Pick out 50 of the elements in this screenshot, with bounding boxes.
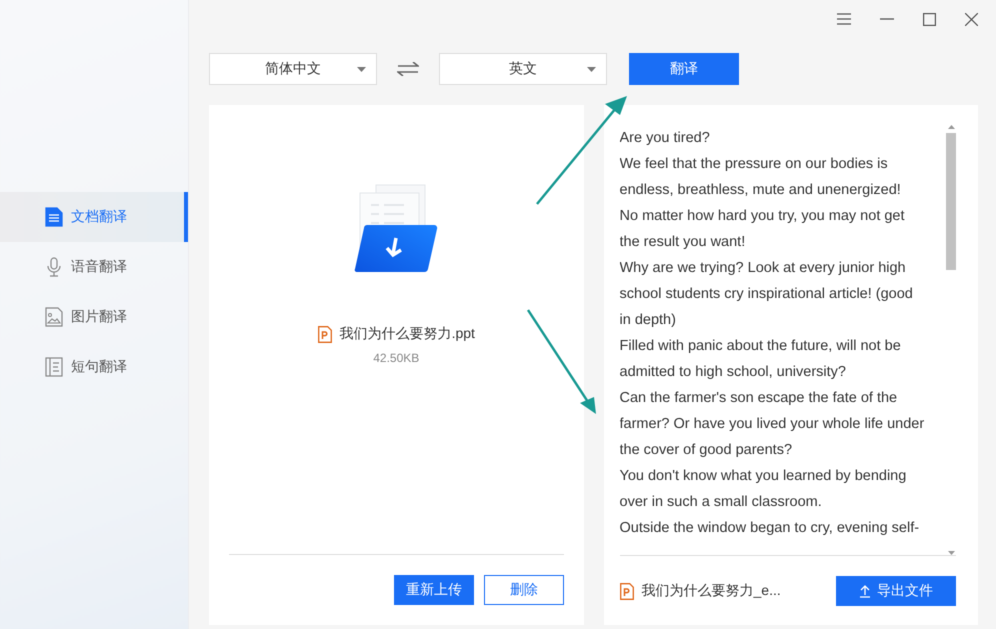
microphone-icon bbox=[45, 257, 63, 277]
minimize-icon[interactable] bbox=[880, 18, 894, 20]
result-text-line: Are you tired? bbox=[620, 129, 711, 148]
image-icon bbox=[45, 307, 63, 327]
close-icon[interactable] bbox=[965, 12, 978, 26]
source-language-dropdown[interactable]: 简体中文 bbox=[209, 53, 377, 85]
result-text-line: farmer? Or have you lived your whole life under bbox=[620, 415, 926, 434]
result-text-line: the cover of good parents? bbox=[620, 441, 794, 460]
result-text-line: endless, breathless, mute and unenergized! bbox=[620, 181, 902, 200]
caret-icon bbox=[587, 67, 596, 72]
sidebar-item[interactable]: 文档翻译 bbox=[0, 192, 188, 242]
sidebar-label: 短句翻译 bbox=[71, 358, 127, 376]
result-text-line: You don't know what you learned by bending bbox=[620, 467, 908, 486]
output-file-name: 我们为什么要努力_e... bbox=[642, 582, 782, 600]
scroll-up-icon[interactable] bbox=[948, 125, 954, 129]
ppt-file-icon bbox=[318, 326, 332, 342]
export-button[interactable]: 导出文件 bbox=[836, 576, 956, 606]
caret-icon bbox=[357, 67, 366, 72]
reupload-button[interactable]: 重新上传 bbox=[394, 575, 474, 605]
export-icon bbox=[859, 584, 871, 598]
sidebar-item[interactable]: 短句翻译 bbox=[0, 342, 188, 392]
sidebar-item[interactable]: 语音翻译 bbox=[0, 242, 188, 292]
swap-icon[interactable] bbox=[397, 62, 419, 76]
sidebar-item[interactable]: 图片翻译 bbox=[0, 292, 188, 342]
sidebar-label: 语音翻译 bbox=[71, 258, 127, 276]
maximize-icon[interactable] bbox=[923, 12, 936, 26]
result-text-line: We feel that the pressure on our bodies is bbox=[620, 155, 889, 174]
file-name: 我们为什么要努力.ppt bbox=[340, 325, 475, 343]
result-text-line: school students cry inspirational article! (good bbox=[620, 285, 914, 304]
sidebar-label: 文档翻译 bbox=[71, 208, 127, 226]
document-icon bbox=[45, 207, 63, 227]
result-text-line: Filled with panic about the future, will not be bbox=[620, 337, 902, 356]
scroll-down-icon[interactable] bbox=[948, 551, 954, 555]
result-text-line: the result you want! bbox=[620, 233, 746, 252]
menu-icon[interactable] bbox=[837, 13, 851, 25]
result-text-line: over in such a small classroom. bbox=[620, 493, 823, 512]
target-language-dropdown[interactable]: 英文 bbox=[439, 53, 607, 85]
result-text-line: admitted to high school, university? bbox=[620, 363, 847, 382]
result-text-line: Outside the window began to cry, evening self- bbox=[620, 519, 920, 538]
file-size: 42.50KB bbox=[373, 351, 420, 365]
sidebar-label: 图片翻译 bbox=[71, 308, 127, 326]
result-text-line: Can the farmer's son escape the fate of the bbox=[620, 389, 898, 408]
scrollbar-thumb[interactable] bbox=[946, 133, 956, 270]
result-text-line: in depth) bbox=[620, 311, 677, 330]
notebook-icon bbox=[45, 357, 63, 377]
ppt-file-icon bbox=[620, 582, 634, 600]
result-text-line: Why are we trying? Look at every junior high bbox=[620, 259, 907, 278]
delete-button[interactable]: 删除 bbox=[484, 575, 564, 605]
translate-button[interactable]: 翻译 bbox=[629, 53, 739, 85]
result-text-line: No matter how hard you try, you may not get bbox=[620, 207, 906, 226]
